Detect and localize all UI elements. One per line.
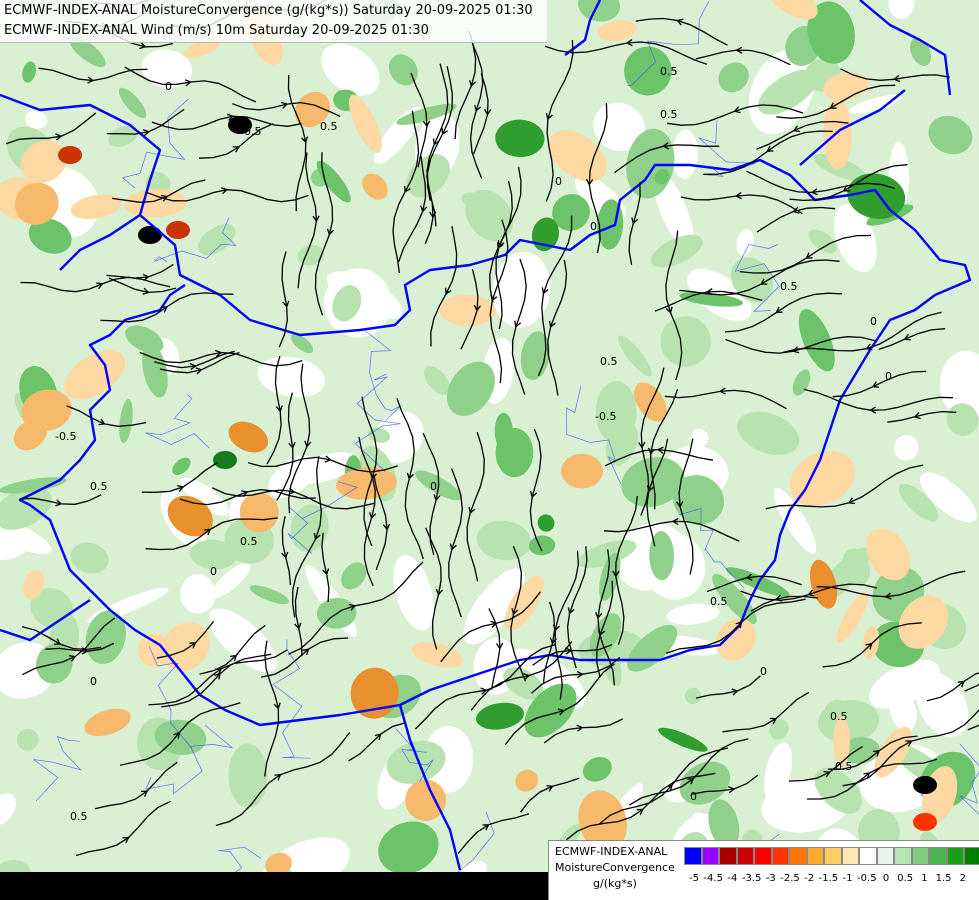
contour-label: 0.5 bbox=[710, 595, 728, 608]
contour-label: -0.5 bbox=[55, 430, 76, 443]
contour-label: 0 bbox=[690, 790, 697, 803]
contour-label: 0 bbox=[590, 220, 597, 233]
contour-label: 0.5 bbox=[320, 120, 338, 133]
legend-tick: -0.5 bbox=[857, 873, 877, 884]
contour-label: 0 bbox=[90, 675, 97, 688]
contour-label: -0.5 bbox=[240, 125, 261, 138]
contour-label: 0.5 bbox=[835, 760, 853, 773]
bottom-black-bar bbox=[0, 872, 548, 900]
legend-swatch bbox=[876, 847, 894, 865]
field-core bbox=[213, 451, 237, 469]
legend-tick: -5 bbox=[689, 873, 699, 884]
map-view: 0 0.5 -0.5 0 0.5 0.5 0 -0.5 0.5 0 0 0.5 0 0.5 0 -0.5 0.5… bbox=[0, 0, 979, 900]
legend-swatch bbox=[894, 847, 912, 865]
field-blob bbox=[495, 427, 534, 478]
field-core bbox=[138, 226, 162, 244]
legend-title-variable: MoistureConvergence bbox=[555, 861, 675, 874]
contour-label: 0.5 bbox=[600, 355, 618, 368]
legend-tick: 0 bbox=[882, 873, 890, 884]
title-wind: ECMWF-INDEX-ANAL Wind (m/s) 10m Saturday… bbox=[4, 23, 429, 38]
legend-swatch bbox=[824, 847, 842, 865]
field-core bbox=[913, 776, 937, 794]
contour-label: -0.5 bbox=[595, 410, 616, 423]
contour-label: 0.5 bbox=[240, 535, 258, 548]
legend-tick: 2 bbox=[959, 873, 966, 884]
field-blob bbox=[560, 453, 604, 489]
legend-tick: -3.5 bbox=[741, 873, 762, 884]
legend-swatch bbox=[911, 847, 929, 865]
contour-label: 0.5 bbox=[90, 480, 108, 493]
field-core bbox=[166, 221, 190, 239]
legend-title-model: ECMWF-INDEX-ANAL bbox=[555, 845, 668, 858]
legend-tick: -3 bbox=[765, 873, 776, 884]
contour-label: 0 bbox=[430, 480, 437, 493]
contour-label: 0 bbox=[165, 80, 172, 93]
legend-swatch bbox=[771, 847, 789, 865]
legend-tick: -4 bbox=[727, 873, 738, 884]
legend-units: g/(kg*s) bbox=[593, 877, 637, 890]
legend-tick: 1 bbox=[921, 873, 928, 884]
weather-map: 0 0.5 -0.5 0 0.5 0.5 0 -0.5 0.5 0 0 0.5 0 0.5 0 -0.5 0.5… bbox=[0, 0, 979, 900]
legend-swatch bbox=[736, 847, 754, 865]
legend-swatch bbox=[754, 847, 772, 865]
contour-label: 0 bbox=[210, 565, 217, 578]
field-core bbox=[913, 813, 937, 831]
legend-swatch bbox=[701, 847, 719, 865]
legend-tick: 0.5 bbox=[897, 873, 914, 884]
legend-swatch bbox=[929, 847, 947, 865]
contour-label: 0 bbox=[760, 665, 767, 678]
legend-color-scale bbox=[684, 847, 979, 865]
legend-swatch bbox=[859, 847, 877, 865]
legend-tick: -2 bbox=[804, 873, 815, 884]
legend-swatch bbox=[719, 847, 737, 865]
contour-label: 0.5 bbox=[660, 108, 678, 121]
legend-tick: -1.5 bbox=[818, 873, 839, 884]
legend-tick-labels: -5 -4.5 -4 -3.5 -3 -2.5 -2 -1.5 -1 -0.5 0 0.5 1 1.5 2 bbox=[684, 873, 979, 887]
legend-swatch bbox=[841, 847, 859, 865]
map-title-panel: ECMWF-INDEX-ANAL MoistureConvergence (g/… bbox=[0, 0, 547, 43]
contour-label: 0 bbox=[870, 315, 877, 328]
contour-label: 0 bbox=[555, 175, 562, 188]
legend-tick: -1 bbox=[842, 873, 853, 884]
legend-swatch bbox=[684, 847, 702, 865]
legend-tick: -2.5 bbox=[780, 873, 800, 884]
contour-label: 0 bbox=[885, 370, 892, 383]
legend-swatch bbox=[964, 847, 979, 865]
legend: ECMWF-INDEX-ANAL MoistureConvergence g/(… bbox=[548, 840, 979, 900]
legend-tick: 1.5 bbox=[935, 873, 952, 884]
legend-tick: -4.5 bbox=[703, 873, 723, 884]
contour-label: 0.5 bbox=[660, 65, 678, 78]
legend-swatch bbox=[946, 847, 964, 865]
field-core bbox=[58, 146, 82, 164]
field-blob bbox=[239, 492, 279, 533]
legend-swatch bbox=[789, 847, 807, 865]
legend-swatch bbox=[806, 847, 824, 865]
contour-label: 0.5 bbox=[830, 710, 848, 723]
contour-label: 0.5 bbox=[780, 280, 798, 293]
contour-label: 0.5 bbox=[70, 810, 88, 823]
title-moisture-convergence: ECMWF-INDEX-ANAL MoistureConvergence (g/… bbox=[4, 3, 533, 18]
